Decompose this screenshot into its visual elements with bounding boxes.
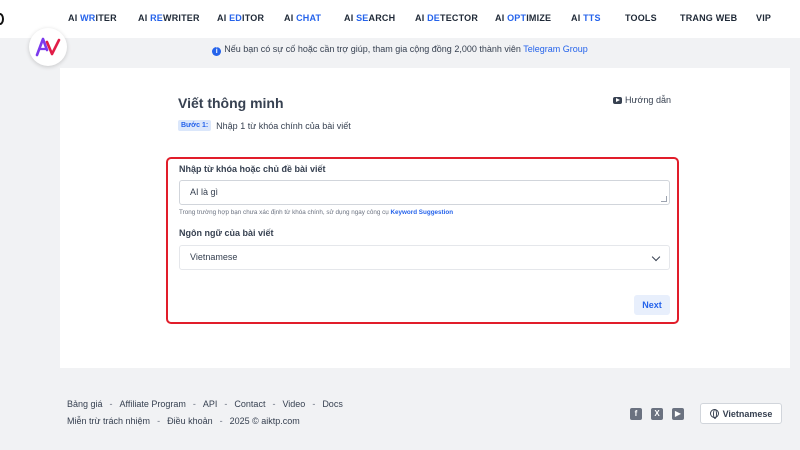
nav-ai-detector[interactable]: AI DETECTOR xyxy=(415,13,478,23)
telegram-group-link[interactable]: Telegram Group xyxy=(523,44,588,54)
next-button[interactable]: Next xyxy=(634,295,670,315)
info-icon: i xyxy=(212,47,222,56)
language-label: Ngôn ngữ của bài viết xyxy=(179,228,274,238)
social-links: f X ▶ xyxy=(630,408,684,420)
keyword-suggestion-link[interactable]: Keyword Suggestion xyxy=(390,209,453,216)
nav-vip[interactable]: VIP xyxy=(756,13,771,23)
step-indicator: Bước 1: Nhập 1 từ khóa chính của bài viế… xyxy=(178,120,351,131)
language-select[interactable]: Vietnamese xyxy=(179,245,670,270)
youtube-icon[interactable]: ▶ xyxy=(672,408,684,420)
nav-ai-optimize[interactable]: AI OPTIMIZE xyxy=(495,13,551,23)
page-title: Viết thông minh xyxy=(178,95,284,111)
help-label: Hướng dẫn xyxy=(625,95,671,105)
footer-link-video[interactable]: Video xyxy=(282,399,305,409)
step-text: Nhập 1 từ khóa chính của bài viết xyxy=(216,120,351,131)
nav-edge-icon xyxy=(0,13,4,25)
help-link[interactable]: Hướng dẫn xyxy=(613,95,671,105)
footer-copyright: 2025 © aiktp.com xyxy=(229,416,300,426)
footer-link-docs[interactable]: Docs xyxy=(322,399,343,409)
keyword-input[interactable]: AI là gì xyxy=(179,180,670,205)
nav-trang-web[interactable]: TRANG WEB xyxy=(680,13,737,23)
chevron-down-icon xyxy=(651,252,661,262)
nav-ai-writer[interactable]: AI WRITER xyxy=(68,13,117,23)
nav-ai-search[interactable]: AI SEARCH xyxy=(344,13,395,23)
footer-links-row2: Miễn trừ trách nhiệm - Điều khoản - 2025 ©… xyxy=(67,416,300,426)
x-twitter-icon[interactable]: X xyxy=(651,408,663,420)
nav-ai-chat[interactable]: AI CHAT xyxy=(284,13,321,23)
keyword-label: Nhập từ khóa hoặc chủ đề bài viết xyxy=(179,164,326,174)
resize-handle-icon[interactable] xyxy=(661,196,667,202)
footer-links-row1: Bảng giá - Affiliate Program - API - Contac… xyxy=(67,399,343,409)
footer-link-api[interactable]: API xyxy=(203,399,218,409)
footer-link-affiliate[interactable]: Affiliate Program xyxy=(120,399,186,409)
nav-ai-tts[interactable]: AI TTS xyxy=(571,13,601,23)
facebook-icon[interactable]: f xyxy=(630,408,642,420)
footer-link-terms[interactable]: Điều khoản xyxy=(167,416,213,426)
footer-link-disclaimer[interactable]: Miễn trừ trách nhiệm xyxy=(67,416,150,426)
language-switcher-label: Vietnamese xyxy=(722,408,773,419)
language-switcher-button[interactable]: Vietnamese xyxy=(700,403,782,424)
nav-ai-editor[interactable]: AI EDITOR xyxy=(217,13,264,23)
nav-ai-rewriter[interactable]: AI REWRITER xyxy=(138,13,200,23)
globe-icon xyxy=(709,409,719,419)
step-badge: Bước 1: xyxy=(178,120,212,131)
keyword-value: AI là gì xyxy=(190,187,219,197)
footer-link-contact[interactable]: Contact xyxy=(234,399,265,409)
language-value: Vietnamese xyxy=(190,252,238,262)
article-form: Nhập từ khóa hoặc chủ đề bài viết AI là … xyxy=(166,157,679,324)
keyword-hint: Trong trường hợp bạn chưa xác định từ kh… xyxy=(179,209,454,216)
footer-link-pricing[interactable]: Bảng giá xyxy=(67,399,103,409)
community-notice: i Nếu bạn có sự cố hoặc cần trợ giúp, tha… xyxy=(0,44,800,56)
top-navigation: AI WRITER AI REWRITER AI EDITOR AI CHAT … xyxy=(0,0,800,38)
main-card: Viết thông minh Hướng dẫn Bước 1: Nhập 1… xyxy=(60,68,790,368)
youtube-icon xyxy=(613,96,622,104)
nav-tools[interactable]: TOOLS xyxy=(625,13,657,23)
